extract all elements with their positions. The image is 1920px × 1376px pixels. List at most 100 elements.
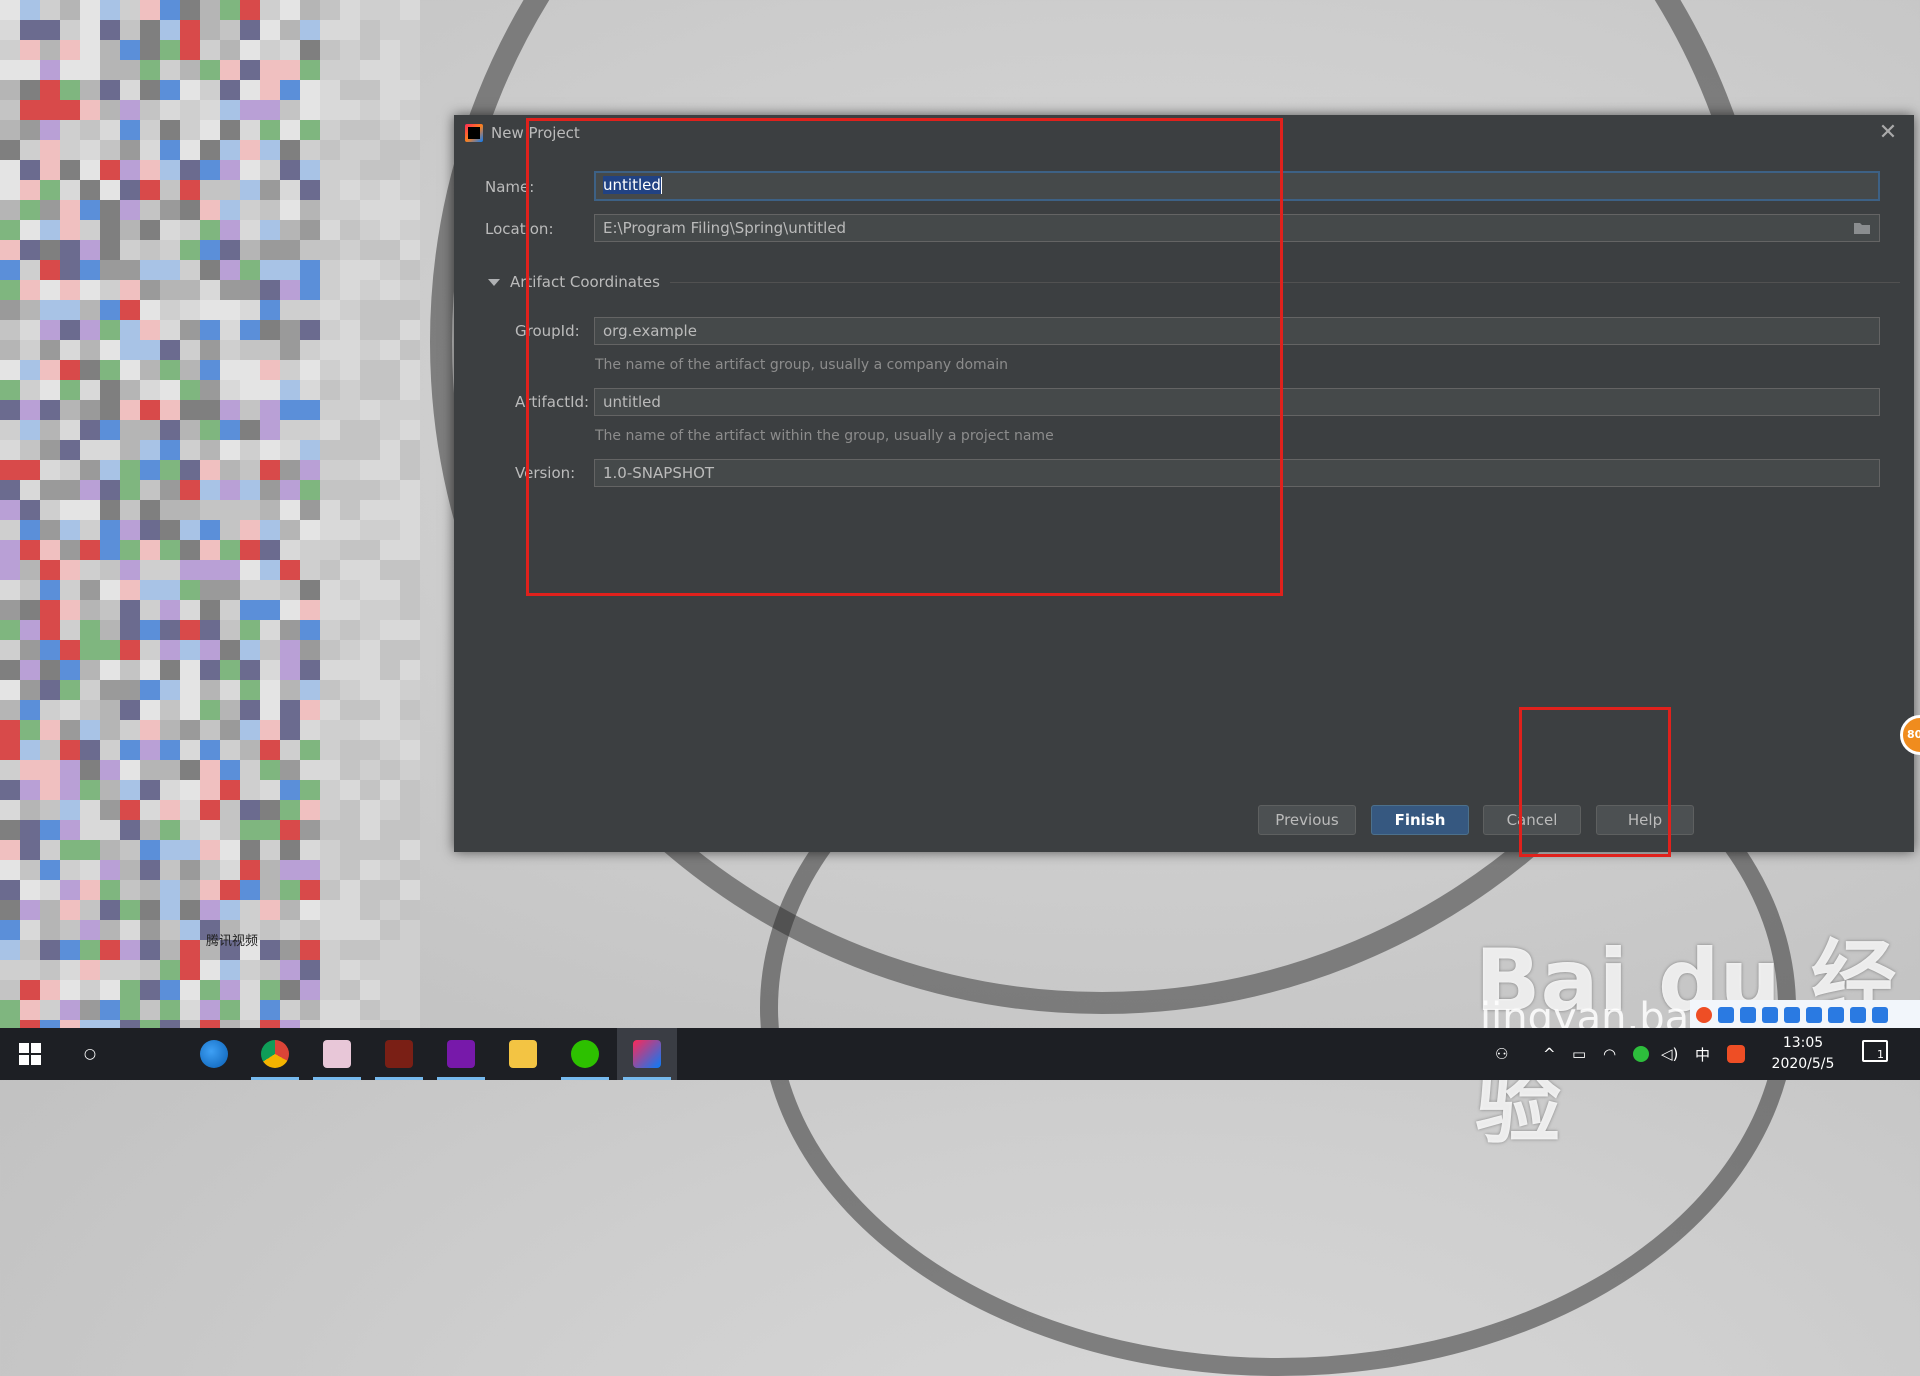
finish-button[interactable]: Finish bbox=[1371, 805, 1469, 835]
taskbar: ○ ⚇ ^ ▭ ◠ ◁) 中 13:05 2020/5/5 1 bbox=[0, 1028, 1920, 1080]
mosaic-pixel bbox=[300, 200, 320, 220]
mosaic-pixel bbox=[100, 40, 120, 60]
mosaic-pixel bbox=[180, 200, 200, 220]
mosaic-pixel bbox=[0, 900, 20, 920]
mosaic-pixel bbox=[140, 380, 160, 400]
ime-emoji-icon[interactable] bbox=[1762, 1007, 1778, 1023]
tray-people[interactable]: ⚇ bbox=[1495, 1028, 1508, 1080]
mosaic-pixel bbox=[360, 620, 380, 640]
ime-voice-icon[interactable] bbox=[1784, 1007, 1800, 1023]
mosaic-pixel bbox=[280, 500, 300, 520]
mosaic-pixel bbox=[220, 60, 240, 80]
mosaic-pixel bbox=[60, 940, 80, 960]
mosaic-pixel bbox=[0, 540, 20, 560]
taskbar-screenshot-tool[interactable] bbox=[307, 1028, 367, 1080]
mosaic-pixel bbox=[200, 20, 220, 40]
mosaic-pixel bbox=[360, 580, 380, 600]
mosaic-pixel bbox=[60, 520, 80, 540]
mosaic-pixel bbox=[40, 860, 60, 880]
mosaic-pixel bbox=[40, 920, 60, 940]
mosaic-pixel bbox=[0, 780, 20, 800]
taskbar-clock[interactable]: 13:05 2020/5/5 bbox=[1758, 1033, 1848, 1075]
mosaic-pixel bbox=[400, 920, 420, 940]
tray-battery[interactable]: ▭ bbox=[1572, 1028, 1586, 1080]
taskbar-file-explorer[interactable] bbox=[493, 1028, 553, 1080]
mosaic-pixel bbox=[120, 760, 140, 780]
mosaic-pixel bbox=[40, 540, 60, 560]
mosaic-pixel bbox=[200, 380, 220, 400]
mosaic-pixel bbox=[180, 380, 200, 400]
mosaic-pixel bbox=[100, 480, 120, 500]
sogou-icon[interactable] bbox=[1696, 1007, 1712, 1023]
notification-center-icon[interactable]: 1 bbox=[1862, 1040, 1888, 1062]
ime-user-icon[interactable] bbox=[1828, 1007, 1844, 1023]
mosaic-pixel bbox=[0, 280, 20, 300]
mosaic-pixel bbox=[100, 860, 120, 880]
mosaic-pixel bbox=[80, 100, 100, 120]
mosaic-pixel bbox=[340, 780, 360, 800]
mosaic-pixel bbox=[280, 480, 300, 500]
close-icon[interactable]: ✕ bbox=[1876, 121, 1900, 145]
mosaic-pixel bbox=[260, 520, 280, 540]
previous-button[interactable]: Previous bbox=[1258, 805, 1356, 835]
mosaic-pixel bbox=[360, 220, 380, 240]
mosaic-pixel bbox=[20, 280, 40, 300]
mosaic-pixel bbox=[380, 920, 400, 940]
mosaic-pixel bbox=[60, 20, 80, 40]
tray-ime[interactable]: 中 bbox=[1695, 1028, 1710, 1080]
mosaic-pixel bbox=[120, 400, 140, 420]
start-button[interactable] bbox=[0, 1028, 60, 1080]
taskbar-game[interactable] bbox=[369, 1028, 429, 1080]
tray-overflow[interactable]: ^ bbox=[1543, 1028, 1556, 1080]
tray-security[interactable] bbox=[1633, 1028, 1649, 1080]
edge-icon bbox=[200, 1040, 228, 1068]
ime-mode-icon[interactable] bbox=[1718, 1007, 1734, 1023]
mosaic-pixel bbox=[40, 680, 60, 700]
mosaic-pixel bbox=[260, 940, 280, 960]
mosaic-pixel bbox=[280, 780, 300, 800]
mosaic-pixel bbox=[80, 800, 100, 820]
taskbar-edge[interactable] bbox=[184, 1028, 244, 1080]
mosaic-pixel bbox=[300, 560, 320, 580]
mosaic-pixel bbox=[380, 80, 400, 100]
mosaic-pixel bbox=[200, 140, 220, 160]
taskbar-chrome[interactable] bbox=[245, 1028, 305, 1080]
tray-sogou[interactable] bbox=[1727, 1028, 1745, 1080]
taskbar-onenote[interactable] bbox=[431, 1028, 491, 1080]
mosaic-pixel bbox=[0, 0, 20, 20]
ime-skin-icon[interactable] bbox=[1850, 1007, 1866, 1023]
mosaic-pixel bbox=[120, 960, 140, 980]
mosaic-pixel bbox=[320, 320, 340, 340]
mosaic-pixel bbox=[360, 520, 380, 540]
mosaic-pixel bbox=[260, 660, 280, 680]
mosaic-pixel bbox=[220, 100, 240, 120]
mosaic-pixel bbox=[400, 0, 420, 20]
mosaic-pixel bbox=[60, 320, 80, 340]
mosaic-pixel bbox=[100, 420, 120, 440]
mosaic-pixel bbox=[220, 780, 240, 800]
tray-volume[interactable]: ◁) bbox=[1661, 1028, 1678, 1080]
mosaic-pixel bbox=[360, 940, 380, 960]
ime-keyboard-icon[interactable] bbox=[1806, 1007, 1822, 1023]
mosaic-pixel bbox=[260, 620, 280, 640]
mosaic-pixel bbox=[100, 160, 120, 180]
desktop-icons-pixelated[interactable] bbox=[0, 0, 420, 1040]
mosaic-pixel bbox=[300, 80, 320, 100]
collapse-triangle-icon[interactable] bbox=[488, 278, 500, 286]
mosaic-pixel bbox=[120, 500, 140, 520]
mosaic-pixel bbox=[400, 620, 420, 640]
mosaic-pixel bbox=[20, 540, 40, 560]
ime-toolbar[interactable] bbox=[1690, 1000, 1920, 1030]
mosaic-pixel bbox=[80, 780, 100, 800]
mosaic-pixel bbox=[60, 500, 80, 520]
mosaic-pixel bbox=[120, 740, 140, 760]
taskbar-intellij[interactable] bbox=[617, 1028, 677, 1080]
tray-network[interactable]: ◠ bbox=[1603, 1028, 1616, 1080]
search-button[interactable]: ○ bbox=[60, 1028, 120, 1080]
ime-punct-icon[interactable] bbox=[1740, 1007, 1756, 1023]
mosaic-pixel bbox=[360, 740, 380, 760]
taskbar-wechat[interactable] bbox=[555, 1028, 615, 1080]
mosaic-pixel bbox=[240, 740, 260, 760]
folder-browse-icon[interactable] bbox=[1853, 221, 1871, 235]
ime-tools-icon[interactable] bbox=[1872, 1007, 1888, 1023]
